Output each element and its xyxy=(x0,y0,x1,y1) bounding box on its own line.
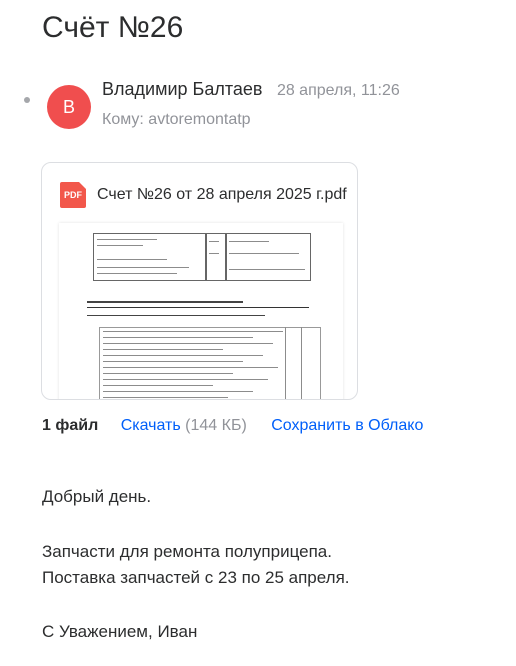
body-line: Запчасти для ремонта полуприцепа. xyxy=(42,542,332,561)
files-count: 1 файл xyxy=(42,417,99,434)
pdf-file-icon: PDF xyxy=(60,182,86,208)
attachment-card[interactable]: PDF Счет №26 от 28 апреля 2025 г.pdf xyxy=(41,162,358,400)
save-to-cloud-button[interactable]: Сохранить в Облако xyxy=(271,417,423,434)
message-date: 28 апреля, 11:26 xyxy=(276,82,400,99)
sender-line: Владимир Балтаев 28 апреля, 11:26 xyxy=(102,77,400,103)
body-signature: С Уважением, Иван xyxy=(42,622,198,641)
download-button[interactable]: Скачать xyxy=(121,417,181,434)
body-line: Поставка запчастей с 23 по 25 апреля. xyxy=(42,568,350,587)
file-size: (144 КБ) xyxy=(185,417,247,434)
sender-name[interactable]: Владимир Балтаев xyxy=(102,79,262,99)
unread-indicator-dot[interactable] xyxy=(24,97,30,103)
body-greeting: Добрый день. xyxy=(42,487,152,506)
recipient-line[interactable]: Кому: avtoremontatp xyxy=(102,109,251,131)
attachment-filename[interactable]: Счет №26 от 28 апреля 2025 г.pdf xyxy=(97,183,347,207)
sender-avatar[interactable]: В xyxy=(47,85,91,129)
attachment-preview-thumbnail[interactable] xyxy=(59,223,343,399)
attachments-bar: 1 файл Скачать (144 КБ) Сохранить в Обла… xyxy=(42,414,423,438)
message-subject: Счёт №26 xyxy=(42,11,184,44)
